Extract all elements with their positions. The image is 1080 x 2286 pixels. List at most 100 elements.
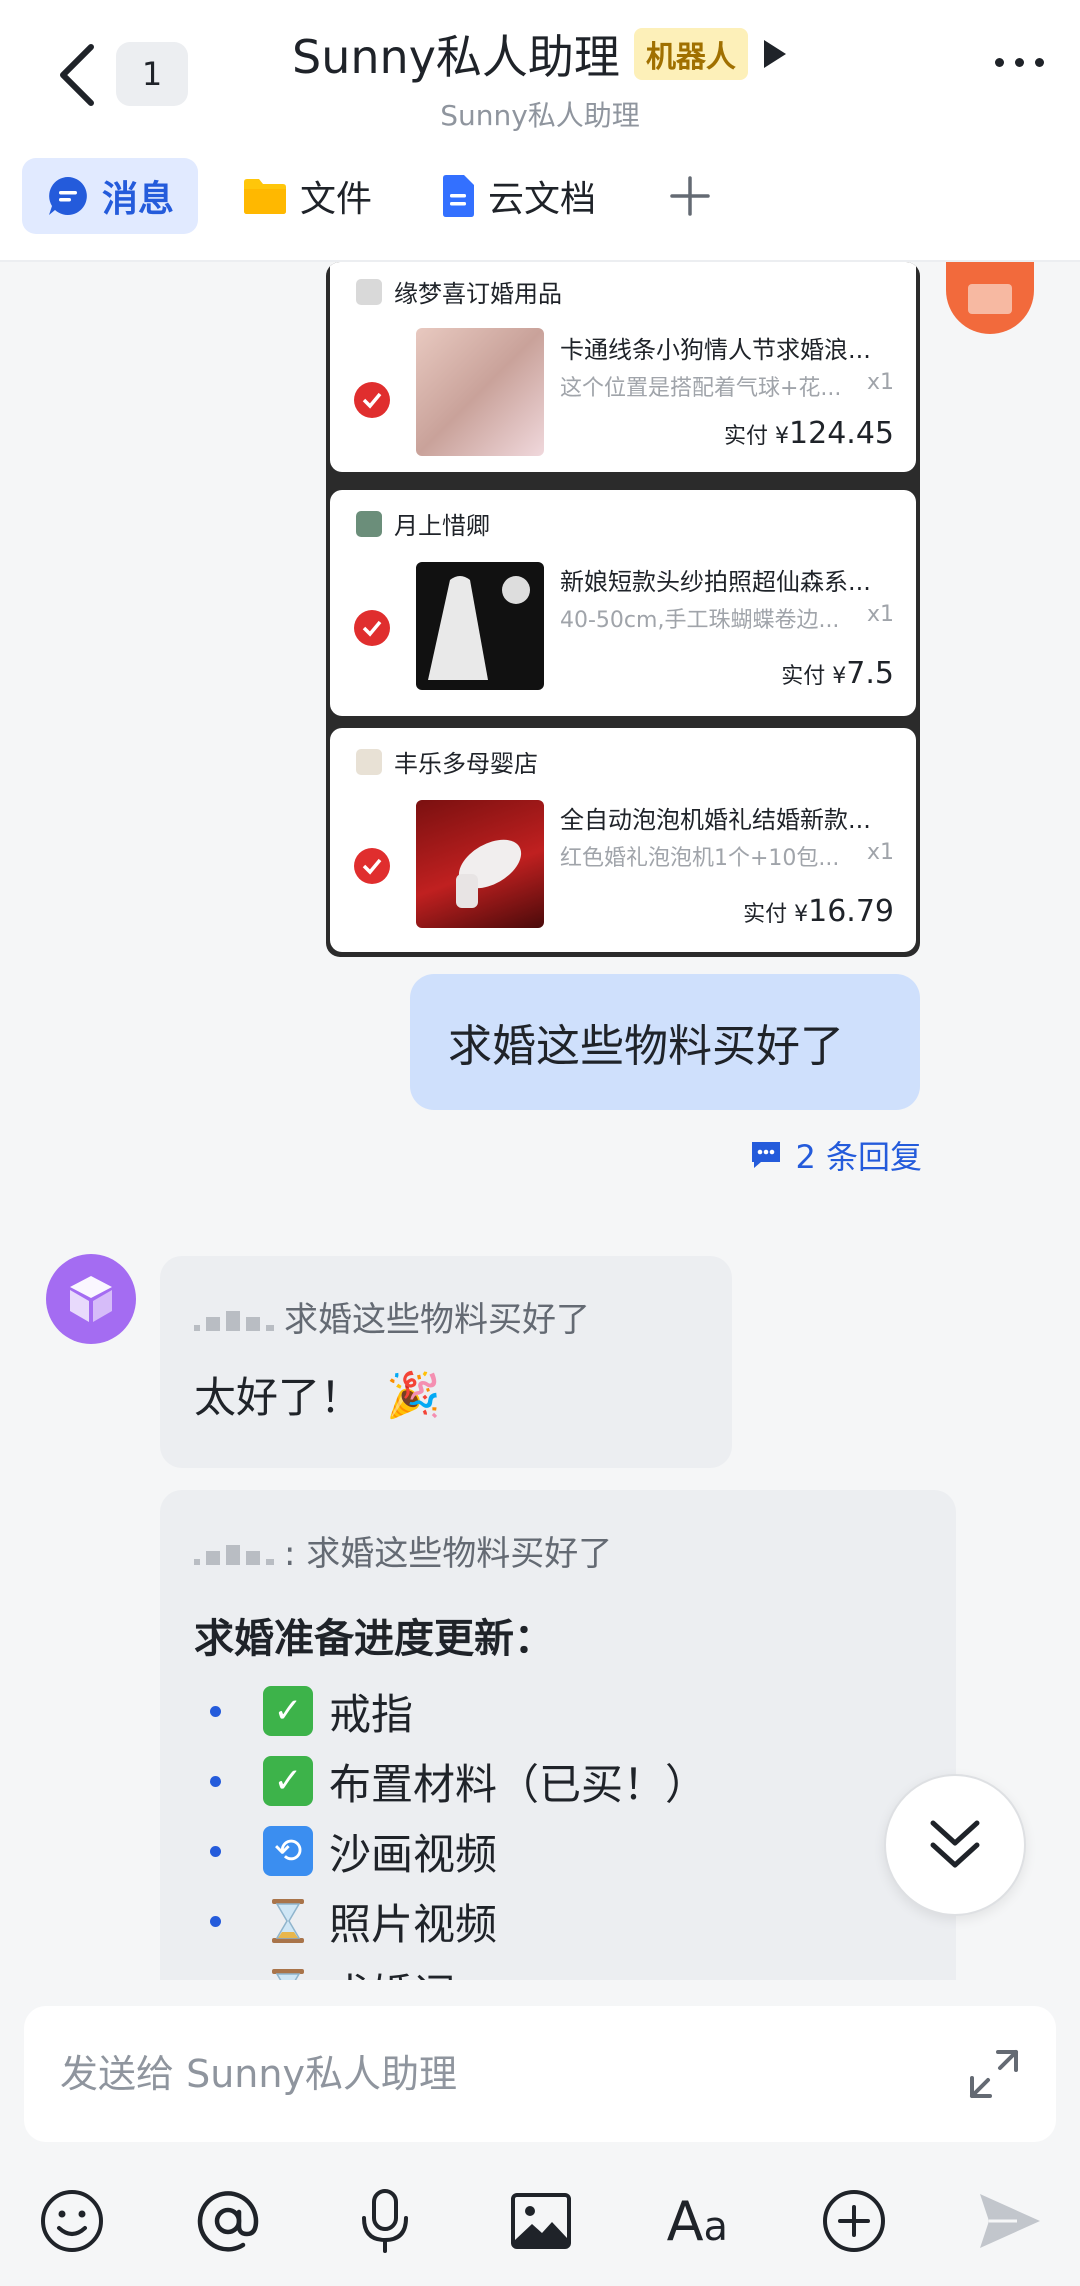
shop-logo	[356, 510, 382, 537]
product-price: 实付 ¥124.45	[724, 416, 894, 451]
order-card: 丰乐多母婴店 全自动泡泡机婚礼结婚新款... 红色婚礼泡泡机1个+10包... …	[330, 728, 916, 952]
product-spec: 红色婚礼泡泡机1个+10包...	[560, 846, 840, 871]
microphone-icon	[361, 2189, 408, 2253]
emoji-button[interactable]	[36, 2185, 108, 2257]
hourglass-icon	[263, 1966, 313, 1980]
expand-icon[interactable]	[968, 2048, 1020, 2100]
chat-tabs: 消息 文件 云文档	[22, 158, 720, 234]
quoted-sender-name-redacted	[194, 1301, 274, 1331]
plus-circle-icon	[822, 2190, 885, 2252]
thread-replies-link[interactable]: 2 条回复	[749, 1132, 922, 1178]
product-name: 全自动泡泡机婚礼结婚新款...	[560, 806, 871, 834]
product-name: 卡通线条小狗情人节求婚浪...	[560, 336, 871, 364]
smiley-icon	[41, 2190, 103, 2252]
tab-label: 文件	[300, 179, 373, 220]
message-text: 太好了！	[194, 1373, 363, 1422]
price-value: 16.79	[808, 894, 894, 929]
progress-heading: 求婚准备进度更新：	[194, 1616, 554, 1662]
checkmark-icon	[354, 382, 390, 418]
shop-logo	[356, 748, 382, 775]
shop-name: 丰乐多母婴店	[394, 750, 538, 778]
price-value: 124.45	[789, 416, 894, 451]
at-sign-icon	[198, 2191, 259, 2252]
tab-messages[interactable]: 消息	[22, 158, 199, 234]
quoted-text: : 求婚这些物料买好了	[284, 1533, 613, 1574]
price-label: 实付 ¥	[743, 902, 809, 927]
double-chevron-down-icon	[930, 1820, 980, 1868]
more-options-button[interactable]	[995, 58, 1044, 67]
chat-subtitle: Sunny私人助理	[440, 99, 640, 132]
shop-name: 缘梦喜订婚用品	[394, 280, 562, 308]
product-thumbnail	[416, 328, 544, 456]
order-card: 月上惜卿 新娘短款头纱拍照超仙森系... 40-50cm,手工珠蝴蝶卷边... …	[330, 490, 916, 716]
play-icon[interactable]	[762, 38, 788, 70]
shop-name: 月上惜卿	[394, 512, 490, 540]
product-price: 实付 ¥7.5	[781, 656, 894, 691]
shop-logo	[356, 278, 382, 305]
image-button[interactable]	[505, 2185, 577, 2257]
more-attachments-button[interactable]	[818, 2185, 890, 2257]
checklist-item-text: 求婚词	[329, 1961, 455, 1981]
dot-icon	[995, 58, 1004, 67]
bot-badge: 机器人	[633, 28, 748, 80]
message-input-box[interactable]	[24, 2006, 1056, 2142]
price-label: 实付 ¥	[724, 424, 790, 449]
title-row[interactable]: Sunny私人助理 机器人	[0, 22, 1080, 86]
folder-icon	[244, 179, 287, 214]
quoted-text: 求婚这些物料买好了	[284, 1299, 590, 1340]
checklist-item: ✓ 戒指	[194, 1676, 956, 1746]
refresh-icon: ⟲	[263, 1826, 313, 1876]
checklist-item-text: 照片视频	[329, 1899, 498, 1949]
shop-row: 月上惜卿	[356, 506, 490, 541]
tab-label: 云文档	[488, 179, 597, 220]
message-input[interactable]	[60, 2052, 968, 2096]
quoted-message: 求婚这些物料买好了	[194, 1286, 732, 1346]
checklist-item-text: 布置材料（已买！）	[329, 1759, 708, 1809]
chat-header: 1 Sunny私人助理 机器人 Sunny私人助理 消息 文件 云文档	[0, 0, 1080, 262]
bot-message-bubble[interactable]: : 求婚这些物料买好了 求婚准备进度更新： ✓ 戒指 ✓ 布置材料（已买！） ⟲…	[160, 1490, 956, 1980]
mention-button[interactable]	[192, 2185, 264, 2257]
bot-message-bubble[interactable]: 求婚这些物料买好了 太好了！ 🎉	[160, 1256, 732, 1468]
checklist-item: 照片视频	[194, 1886, 956, 1956]
dot-icon	[1035, 58, 1044, 67]
checkmark-icon	[354, 610, 390, 646]
order-screenshot-image[interactable]: 缘梦喜订婚用品 卡通线条小狗情人节求婚浪... 这个位置是搭配着气球+花... …	[326, 262, 920, 957]
product-name: 新娘短款头纱拍照超仙森系...	[560, 568, 871, 596]
add-tab-button[interactable]	[660, 166, 720, 226]
message-list[interactable]: 缘梦喜订婚用品 卡通线条小狗情人节求婚浪... 这个位置是搭配着气球+花... …	[0, 262, 1080, 1980]
voice-button[interactable]	[349, 2185, 421, 2257]
product-spec: 40-50cm,手工珠蝴蝶卷边...	[560, 608, 840, 633]
quoted-sender-name-redacted	[194, 1535, 274, 1565]
dot-icon	[1015, 58, 1024, 67]
checklist-item-text: 沙画视频	[329, 1829, 498, 1879]
send-button[interactable]	[974, 2185, 1046, 2257]
shop-row: 丰乐多母婴店	[356, 744, 538, 779]
product-price: 实付 ¥16.79	[743, 894, 894, 929]
message-composer: Aa	[0, 1980, 1080, 2286]
product-quantity: x1	[866, 602, 894, 627]
bot-message-text: 太好了！ 🎉	[194, 1364, 732, 1425]
tab-files[interactable]: 文件	[218, 158, 396, 234]
check-mark-icon: ✓	[263, 1686, 313, 1736]
hourglass-icon	[263, 1896, 313, 1946]
my-avatar[interactable]	[946, 262, 1034, 334]
text-format-button[interactable]: Aa	[661, 2185, 733, 2257]
my-message-bubble[interactable]: 求婚这些物料买好了	[410, 974, 920, 1110]
chat-title[interactable]: Sunny私人助理	[292, 21, 620, 87]
thread-reply-icon	[752, 1142, 781, 1168]
order-card: 缘梦喜订婚用品 卡通线条小狗情人节求婚浪... 这个位置是搭配着气球+花... …	[330, 262, 916, 472]
doc-icon	[443, 175, 475, 217]
product-quantity: x1	[866, 370, 894, 395]
price-label: 实付 ¥	[781, 664, 847, 689]
image-icon	[510, 2193, 571, 2249]
plus-icon	[670, 176, 710, 216]
checkmark-icon	[354, 848, 390, 884]
checklist-item: 求婚词	[194, 1956, 956, 1980]
text-format-icon: Aa	[666, 2189, 729, 2253]
scroll-to-bottom-button[interactable]	[884, 1774, 1026, 1916]
product-thumbnail	[416, 562, 544, 690]
bot-avatar[interactable]	[46, 1254, 136, 1344]
tab-cloud-docs[interactable]: 云文档	[416, 158, 620, 234]
shop-row: 缘梦喜订婚用品	[356, 274, 562, 309]
product-thumbnail	[416, 800, 544, 928]
